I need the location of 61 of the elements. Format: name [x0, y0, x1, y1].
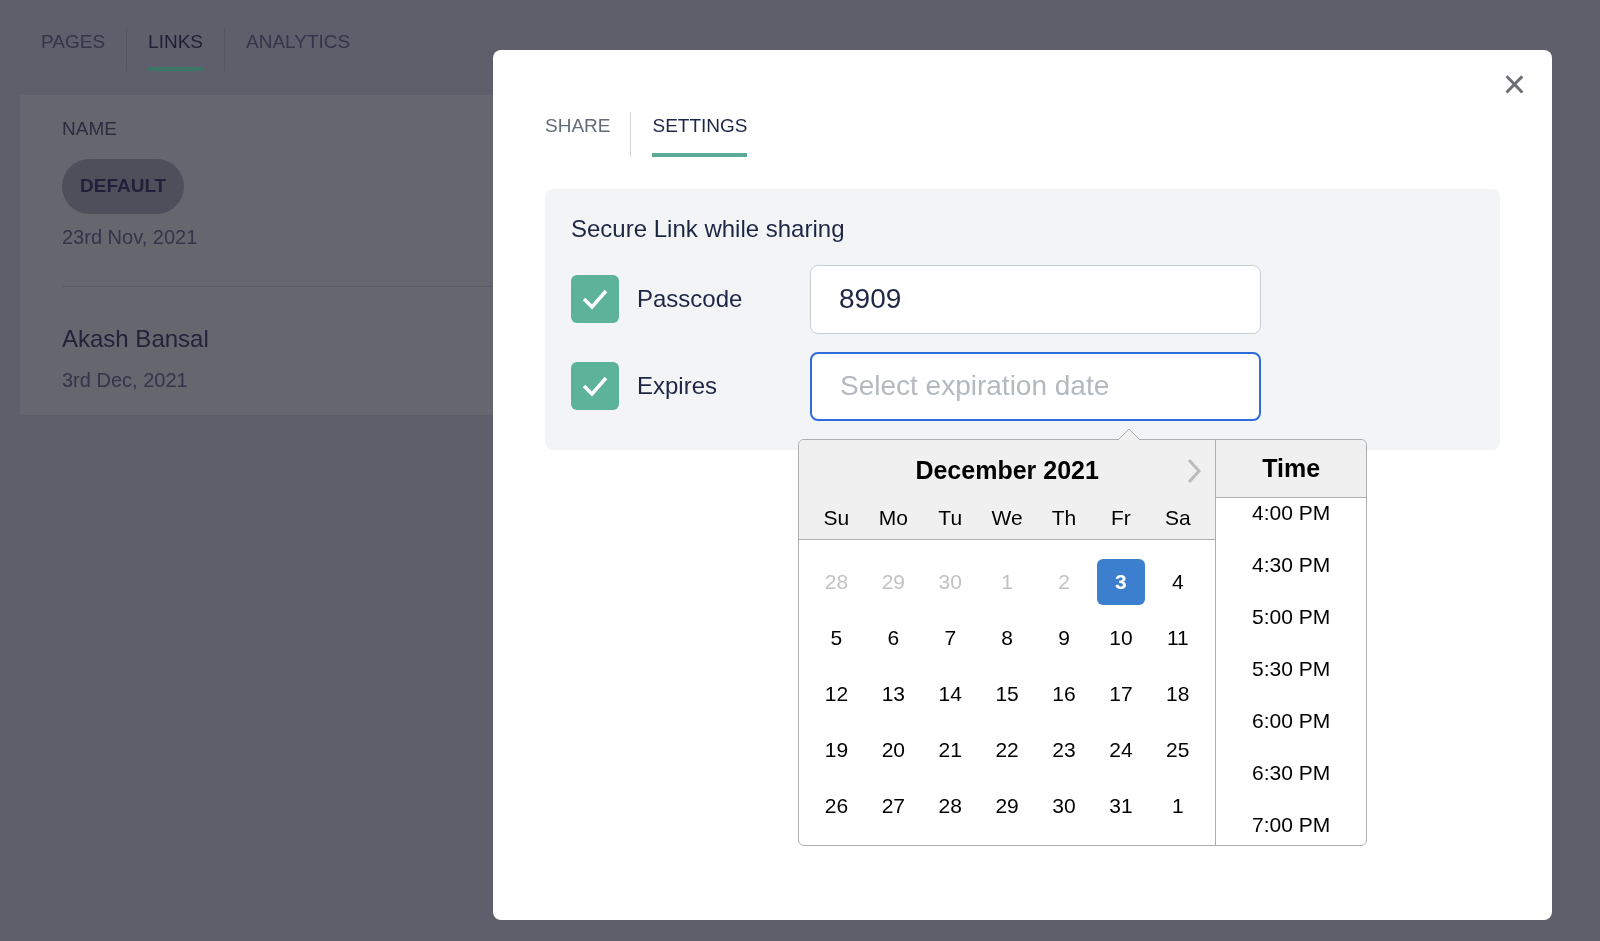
checkbox[interactable] [571, 275, 619, 323]
calendar-day[interactable]: 26 [812, 783, 861, 829]
checkmark-icon [582, 375, 608, 397]
weekday-label: Mo [877, 504, 909, 531]
calendar-day[interactable]: 14 [926, 671, 975, 717]
calendar-day[interactable]: 16 [1040, 671, 1088, 717]
calendar-day[interactable]: 30 [1040, 783, 1088, 829]
calendar-day[interactable]: 6 [869, 615, 918, 661]
calendar-day[interactable]: 9 [1040, 615, 1088, 661]
time-option[interactable]: 7:00 PM [1252, 810, 1331, 845]
dialog-tab[interactable]: SHARE [545, 112, 611, 157]
calendar-day[interactable]: 10 [1096, 615, 1145, 661]
calendar-day[interactable]: 15 [983, 671, 1032, 717]
calendar-day[interactable]: 8 [983, 615, 1032, 661]
close-button[interactable]: × [1496, 64, 1532, 104]
link-name: Akash Bansal [62, 323, 209, 354]
calendar-day[interactable]: 27 [869, 783, 918, 829]
time-option[interactable]: 4:00 PM [1252, 498, 1331, 550]
column-header: NAME [62, 116, 117, 141]
weekday-label: Su [822, 504, 851, 531]
weekday-label: We [990, 504, 1024, 531]
option-input[interactable]: 8909 [810, 264, 1261, 334]
calendar-day[interactable]: 4 [1153, 559, 1202, 605]
calendar-day[interactable]: 21 [926, 727, 975, 773]
time-option[interactable]: 5:30 PM [1252, 654, 1331, 706]
month-title: December 2021 [915, 455, 1099, 486]
time-option[interactable]: 6:00 PM [1252, 706, 1331, 758]
option-input[interactable]: Select expiration date [810, 351, 1261, 421]
calendar-day[interactable]: 25 [1153, 727, 1202, 773]
calendar-day[interactable]: 1 [1153, 783, 1202, 829]
weekday-label: Sa [1163, 504, 1192, 531]
calendar-day[interactable]: 22 [983, 727, 1032, 773]
calendar-day[interactable]: 11 [1153, 615, 1202, 661]
calendar-day[interactable]: 13 [869, 671, 918, 717]
chevron-right-icon [1187, 458, 1202, 484]
time-option[interactable]: 6:30 PM [1252, 758, 1331, 810]
time-option[interactable]: 5:00 PM [1252, 602, 1331, 654]
weekday-label: Tu [937, 504, 964, 531]
option-label: Expires [637, 371, 719, 401]
calendar-day[interactable]: 17 [1096, 671, 1145, 717]
option-label: Passcode [637, 284, 744, 314]
calendar-day[interactable]: 19 [812, 727, 861, 773]
time-title: Time [1262, 452, 1321, 484]
dialog-tab[interactable]: SETTINGS [652, 112, 748, 157]
time-option[interactable]: 4:30 PM [1252, 550, 1331, 602]
calendar-day[interactable]: 31 [1096, 783, 1145, 829]
calendar-day[interactable]: 18 [1153, 671, 1202, 717]
calendar-day[interactable]: 23 [1040, 727, 1088, 773]
calendar-day[interactable]: 24 [1096, 727, 1145, 773]
weekday-label: Th [1050, 504, 1078, 531]
calendar-day[interactable]: 5 [812, 615, 861, 661]
calendar-day[interactable]: 7 [926, 615, 975, 661]
calendar-day[interactable]: 28 [926, 783, 975, 829]
calendar-day[interactable]: 12 [812, 671, 861, 717]
calendar-day[interactable]: 29 [983, 783, 1032, 829]
checkmark-icon [582, 288, 608, 310]
checkbox[interactable] [571, 362, 619, 410]
weekday-label: Fr [1110, 504, 1132, 531]
calendar-day[interactable]: 20 [869, 727, 918, 773]
calendar-day[interactable]: 3 [1096, 559, 1145, 605]
section-title: Secure Link while sharing [571, 213, 846, 244]
